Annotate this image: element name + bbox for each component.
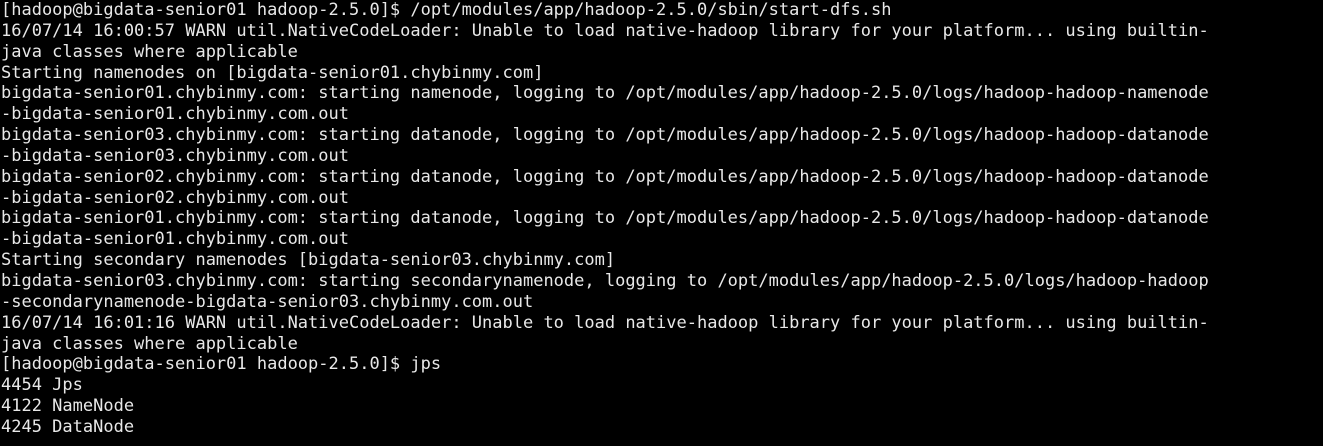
terminal-line: -secondarynamenode-bigdata-senior03.chyb… xyxy=(1,291,534,312)
terminal-line: java classes where applicable xyxy=(1,41,298,62)
terminal-line: Starting secondary namenodes [bigdata-se… xyxy=(1,250,616,271)
terminal-line: 16/07/14 16:00:57 WARN util.NativeCodeLo… xyxy=(1,20,1209,41)
terminal-line: bigdata-senior01.chybinmy.com: starting … xyxy=(1,83,1209,104)
terminal-line: bigdata-senior01.chybinmy.com: starting … xyxy=(1,208,1209,229)
terminal-line: 16/07/14 16:01:16 WARN util.NativeCodeLo… xyxy=(1,312,1209,333)
terminal-line: bigdata-senior02.chybinmy.com: starting … xyxy=(1,166,1209,187)
terminal-line: -bigdata-senior01.chybinmy.com.out xyxy=(1,229,349,250)
terminal-line: [hadoop@bigdata-senior01 hadoop-2.5.0]$ … xyxy=(1,0,892,20)
terminal-window[interactable]: [hadoop@bigdata-senior01 hadoop-2.5.0]$ … xyxy=(0,0,1323,446)
terminal-line: bigdata-senior03.chybinmy.com: starting … xyxy=(1,125,1209,146)
terminal-line: Starting namenodes on [bigdata-senior01.… xyxy=(1,62,544,83)
terminal-line: 4122 NameNode xyxy=(1,396,135,417)
terminal-line: -bigdata-senior01.chybinmy.com.out xyxy=(1,104,349,125)
terminal-line: -bigdata-senior02.chybinmy.com.out xyxy=(1,187,349,208)
terminal-line: bigdata-senior03.chybinmy.com: starting … xyxy=(1,270,1209,291)
terminal-line: 4245 DataNode xyxy=(1,416,135,437)
terminal-line: -bigdata-senior03.chybinmy.com.out xyxy=(1,145,349,166)
terminal-line: java classes where applicable xyxy=(1,333,298,354)
terminal-line: 4454 Jps xyxy=(1,375,83,396)
terminal-line: [hadoop@bigdata-senior01 hadoop-2.5.0]$ … xyxy=(1,354,442,375)
